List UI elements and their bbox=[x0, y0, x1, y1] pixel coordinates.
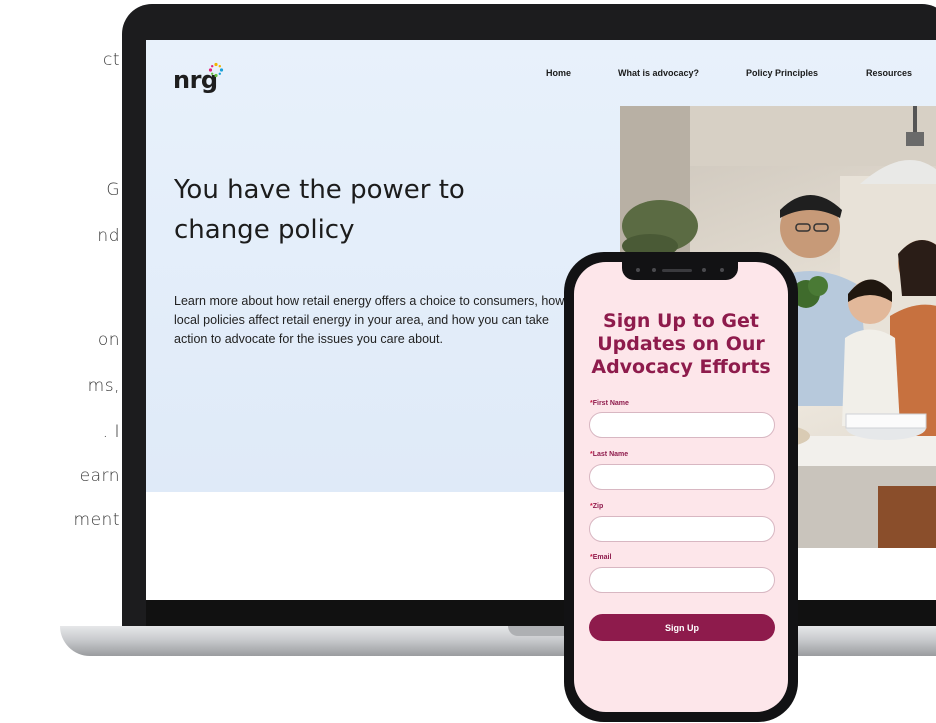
text-fragment: on bbox=[97, 330, 120, 350]
text-fragment: ment bbox=[73, 510, 120, 530]
sign-up-button[interactable]: Sign Up bbox=[589, 614, 775, 641]
first-name-label: *First Name bbox=[590, 400, 629, 407]
notch-sensor-dot bbox=[720, 268, 724, 272]
email-input[interactable] bbox=[589, 567, 775, 593]
left-text-column: ct G nd on ms, . I earn ment bbox=[0, 0, 120, 723]
zip-input[interactable] bbox=[589, 516, 775, 542]
phone-notch bbox=[622, 262, 738, 280]
text-fragment: earn bbox=[79, 466, 120, 486]
email-label-text: Email bbox=[592, 554, 612, 561]
zip-label: *Zip bbox=[590, 503, 603, 510]
nav-what-is-advocacy[interactable]: What is advocacy? bbox=[618, 68, 699, 78]
main-nav: Home What is advocacy? Policy Principles… bbox=[146, 68, 936, 84]
hero-body: Learn more about how retail energy offer… bbox=[174, 294, 565, 346]
text-fragment: . I bbox=[102, 422, 120, 442]
phone-screen: Sign Up to Get Updates on Our Advocacy E… bbox=[574, 262, 788, 712]
zip-label-text: Zip bbox=[592, 503, 604, 510]
laptop-base bbox=[60, 626, 936, 656]
hero-title: You have the power to change policy bbox=[174, 175, 465, 245]
text-fragment: nd bbox=[97, 226, 120, 246]
notch-sensor-dot bbox=[702, 268, 706, 272]
notch-sensor-dot bbox=[636, 268, 640, 272]
text-fragment: ms, bbox=[87, 376, 120, 396]
first-name-input[interactable] bbox=[589, 412, 775, 438]
last-name-label: *Last Name bbox=[590, 451, 628, 458]
signup-form-title: Sign Up to Get Updates on Our Advocacy E… bbox=[591, 310, 771, 378]
text-fragment: G bbox=[106, 180, 120, 200]
nav-resources[interactable]: Resources bbox=[866, 68, 912, 78]
speaker-grille bbox=[662, 269, 692, 272]
last-name-input[interactable] bbox=[589, 464, 775, 490]
nav-policy-principles[interactable]: Policy Principles bbox=[746, 68, 818, 78]
text-fragment: ct bbox=[102, 50, 120, 70]
laptop-bezel-bottom bbox=[146, 600, 936, 626]
first-name-label-text: First Name bbox=[592, 400, 629, 407]
camera-dot bbox=[652, 268, 656, 272]
nav-home[interactable]: Home bbox=[546, 68, 571, 78]
last-name-label-text: Last Name bbox=[592, 451, 629, 458]
laptop-screen: nrg Home What is advocacy? Policy Princi… bbox=[146, 40, 936, 600]
email-label: *Email bbox=[590, 554, 611, 561]
